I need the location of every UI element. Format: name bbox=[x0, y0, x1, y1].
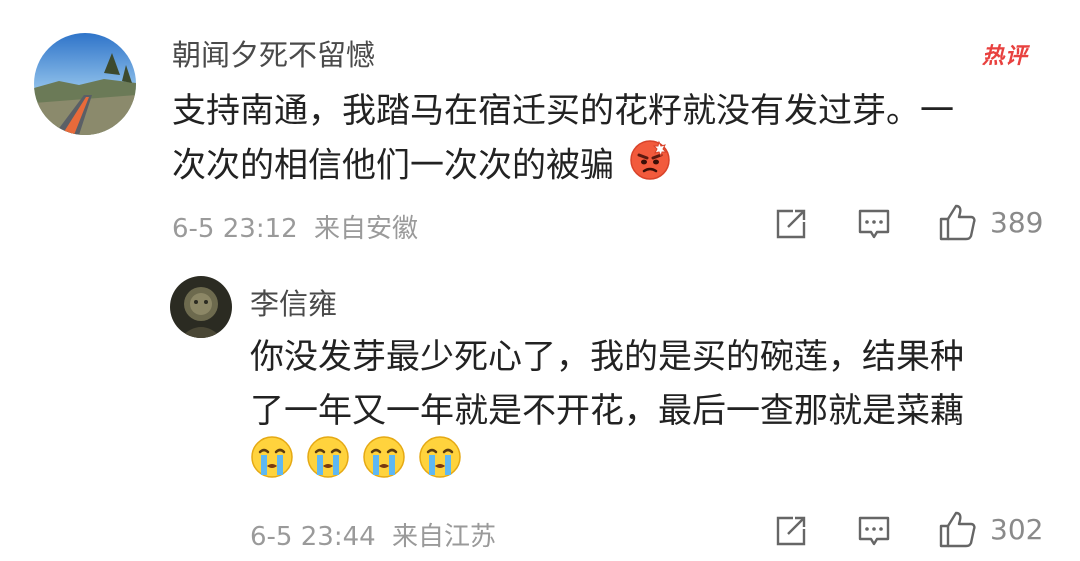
comment-username[interactable]: 朝闻夕死不留憾 bbox=[172, 32, 375, 74]
comment-text-line1: 支持南通，我踏马在宿迁买的花籽就没有发过芽。一 bbox=[172, 91, 954, 131]
hot-comment-badge-label: 热评 bbox=[982, 44, 1029, 69]
reply-like-button[interactable]: 302 bbox=[938, 509, 1043, 549]
comment-meta: 6-5 23:12 来自安徽 bbox=[172, 208, 418, 245]
share-button[interactable] bbox=[773, 206, 809, 246]
reply-like-count: 302 bbox=[990, 512, 1044, 546]
avatar[interactable] bbox=[34, 33, 136, 135]
share-icon bbox=[776, 516, 806, 546]
reply-date: 6-5 23:44 bbox=[250, 522, 376, 552]
comment-text-line2-text: 次次的相信他们一次次的被骗 bbox=[172, 145, 614, 186]
angry-face-icon bbox=[629, 138, 671, 196]
comment-location: 来自安徽 bbox=[313, 214, 418, 244]
reply-reply-button[interactable] bbox=[856, 513, 892, 553]
reply-text-line1: 你没发芽最少死心了，我的是买的碗莲，结果种 bbox=[250, 337, 964, 377]
comment-like-count: 389 bbox=[990, 205, 1044, 239]
hot-comment-badge: 热评 bbox=[982, 38, 1028, 70]
reply-button[interactable] bbox=[856, 206, 892, 246]
share-icon bbox=[776, 209, 806, 239]
reply-meta: 6-5 23:44 来自江苏 bbox=[250, 516, 496, 553]
comment-icon bbox=[858, 516, 890, 546]
crying-face-icon bbox=[306, 435, 350, 495]
reply-avatar[interactable] bbox=[170, 276, 232, 338]
crying-face-icon bbox=[250, 435, 294, 495]
reply-text-line2: 了一年又一年就是不开花，最后一查那就是菜藕 bbox=[250, 391, 964, 431]
thumbs-up-icon bbox=[939, 204, 976, 241]
comment-icon bbox=[858, 209, 890, 239]
comment-text-line2: 次次的相信他们一次次的被骗 bbox=[172, 138, 1052, 196]
reply-location: 来自江苏 bbox=[391, 522, 496, 552]
crying-face-icon bbox=[362, 435, 406, 495]
reply-text: 你没发芽最少死心了，我的是买的碗莲，结果种 了一年又一年就是不开花，最后一查那就… bbox=[250, 330, 1050, 492]
reply-username[interactable]: 李信雍 bbox=[250, 281, 337, 323]
crying-face-icon bbox=[418, 435, 462, 495]
reply-share-button[interactable] bbox=[773, 513, 809, 553]
comment-text: 支持南通，我踏马在宿迁买的花籽就没有发过芽。一 次次的相信他们一次次的被骗 bbox=[172, 84, 1052, 196]
thumbs-up-icon bbox=[939, 511, 976, 548]
like-button[interactable]: 389 bbox=[938, 202, 1043, 242]
comment-date: 6-5 23:12 bbox=[172, 214, 298, 244]
reply-emojis bbox=[250, 435, 1050, 495]
